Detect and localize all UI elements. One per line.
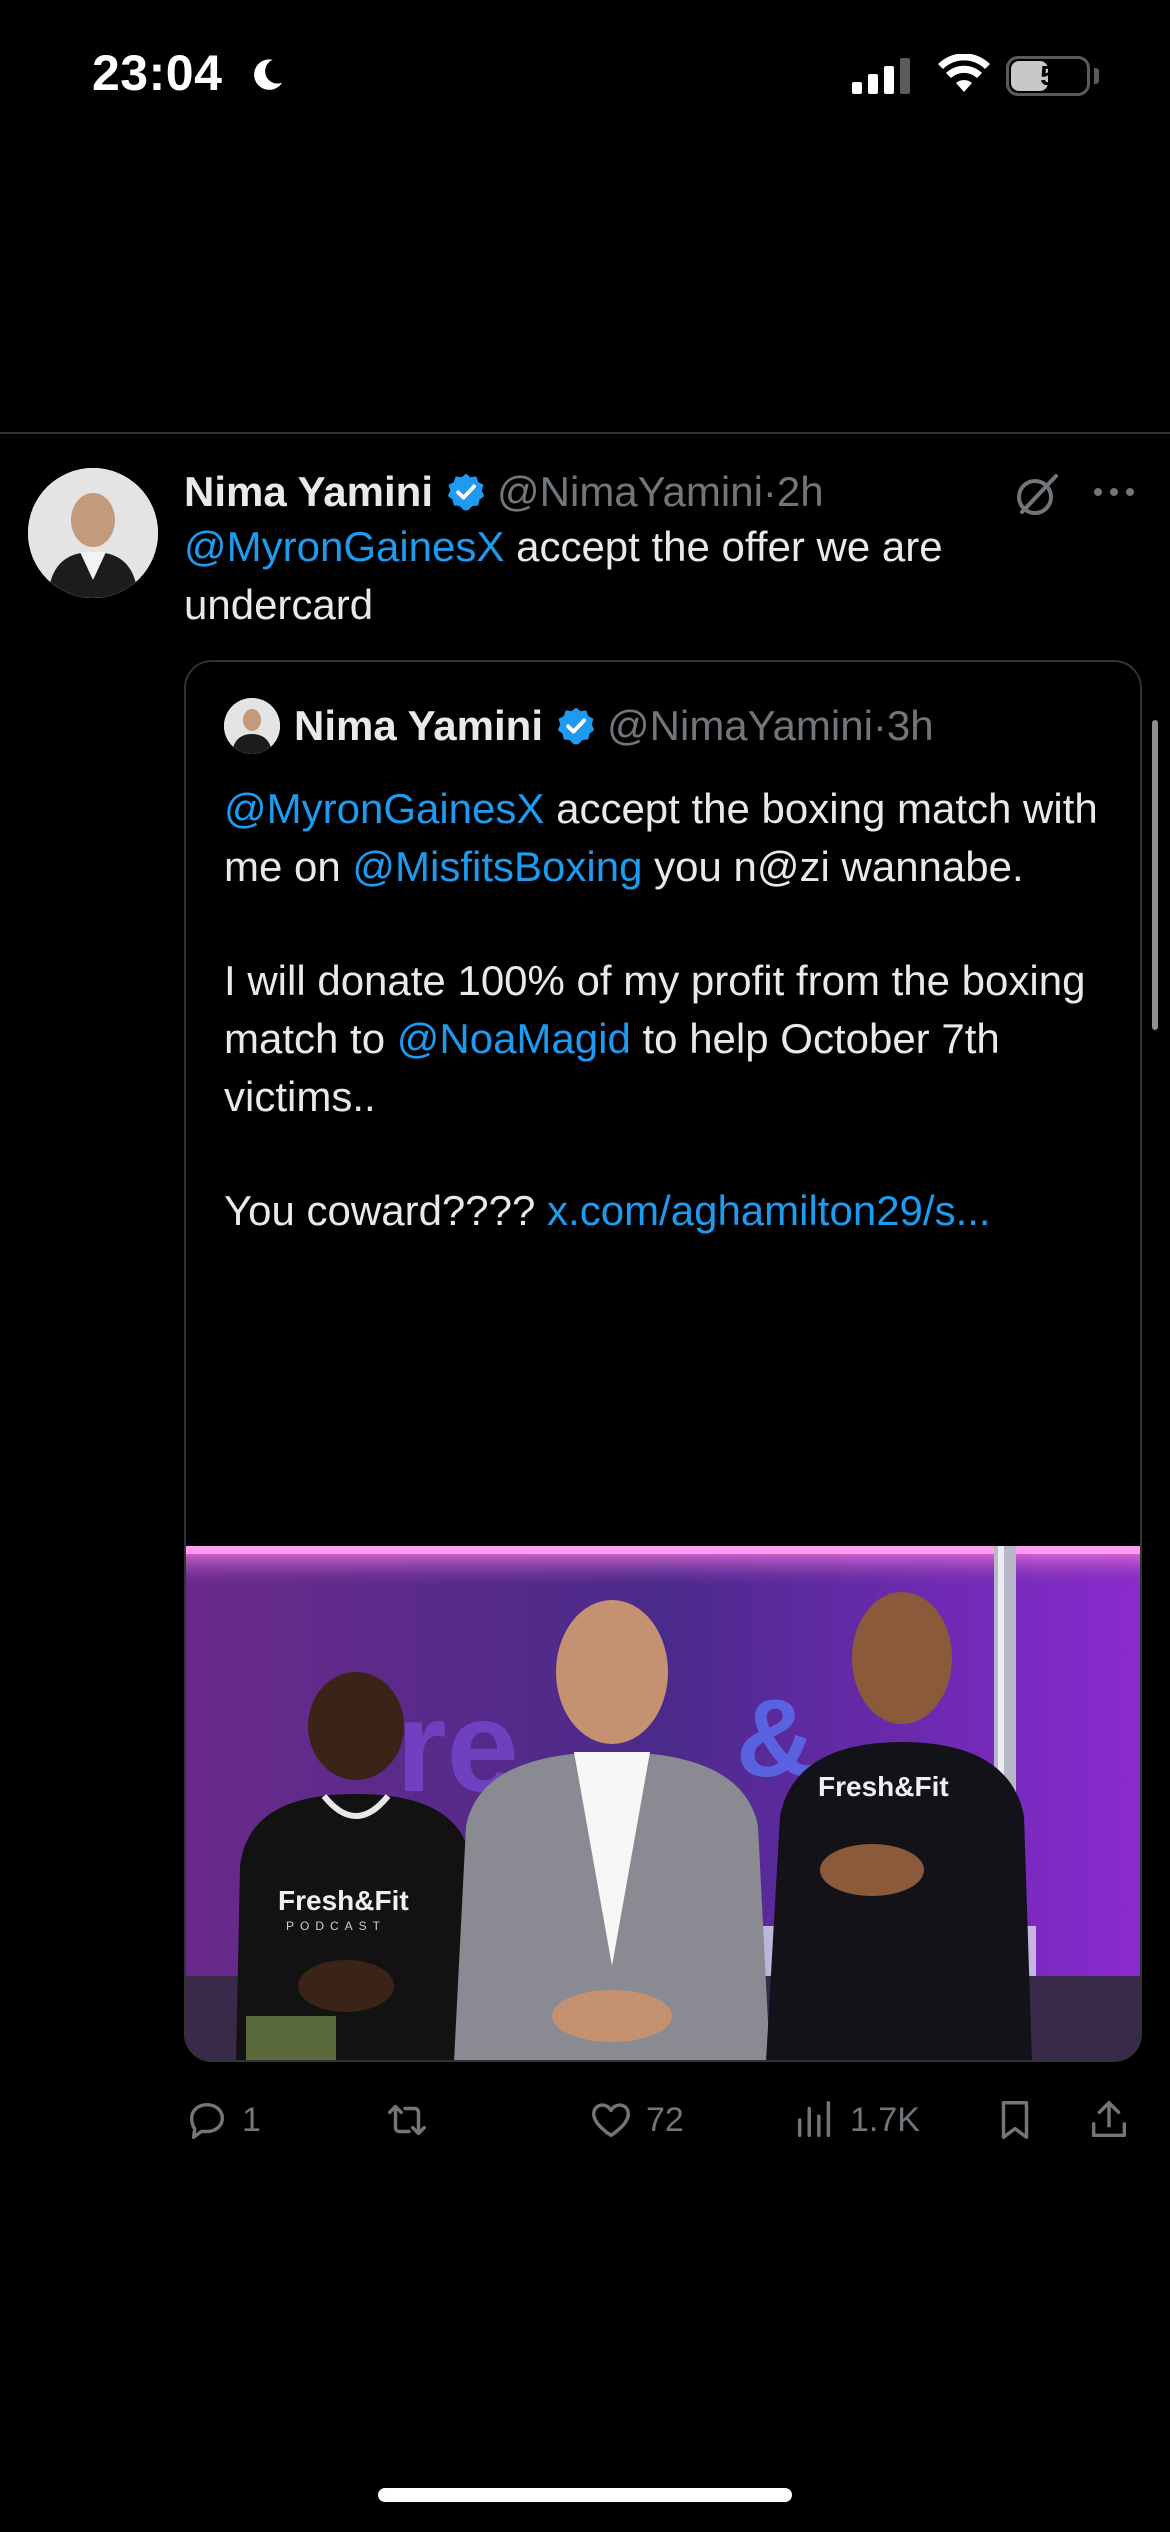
quoted-avatar-image [224, 698, 280, 754]
quoted-timestamp: 3h [886, 702, 934, 749]
scrollbar[interactable] [1152, 720, 1158, 1030]
avatar-image [28, 468, 158, 598]
like-count: 72 [646, 2100, 684, 2139]
quoted-author-handle: @NimaYamini [607, 702, 873, 749]
timestamp[interactable]: 2h [777, 468, 824, 516]
home-indicator[interactable] [378, 2488, 792, 2502]
battery-level: 5 [1040, 60, 1056, 91]
reply-count: 1 [242, 2100, 261, 2139]
mention-link[interactable]: @NoaMagid [397, 1015, 631, 1062]
bookmark-button[interactable] [992, 2090, 1038, 2150]
wifi-icon [938, 54, 990, 92]
repost-button[interactable] [384, 2090, 442, 2150]
mention-link[interactable]: @MyronGainesX [184, 523, 504, 570]
quoted-paragraph-1: @MyronGainesX accept the boxing match wi… [224, 780, 1114, 896]
reply-button[interactable]: 1 [184, 2090, 261, 2150]
mention-link[interactable]: @MisfitsBoxing [352, 843, 642, 890]
external-link[interactable]: x.com/aghamilton29/s... [547, 1187, 991, 1234]
tweet-action-bar: 1 72 1.7K [184, 2090, 1144, 2150]
like-button[interactable]: 72 [588, 2090, 684, 2150]
avatar[interactable] [28, 468, 158, 598]
divider [0, 432, 1170, 434]
separator-dot: · [762, 468, 777, 515]
moon-icon [254, 59, 283, 90]
quoted-paragraph-3: You coward???? x.com/aghamilton29/s... [224, 1182, 1114, 1240]
bookmark-icon [1001, 2101, 1029, 2139]
photo-text-sub: PODCAST [286, 1919, 386, 1933]
mention-link[interactable]: @MyronGainesX [224, 785, 544, 832]
quoted-paragraph-2: I will donate 100% of my profit from the… [224, 952, 1114, 1126]
status-bar: 23:04 5 [0, 0, 1170, 150]
cellular-signal-icon [852, 58, 910, 94]
repost-icon [388, 2104, 426, 2136]
battery-icon: 5 [1006, 56, 1090, 96]
verified-badge-icon [447, 473, 485, 511]
author-name[interactable]: Nima Yamini [184, 468, 433, 516]
quoted-author-name: Nima Yamini [294, 702, 544, 749]
battery-nub [1094, 68, 1099, 84]
view-count: 1.7K [850, 2100, 920, 2139]
grok-icon[interactable] [1014, 472, 1060, 518]
views-chart-icon [797, 2101, 831, 2138]
quoted-tweet-header: Nima Yamini @NimaYamini · 3h [224, 698, 934, 754]
photo-text-left: Fresh&Fit [278, 1885, 409, 1916]
verified-badge-icon [557, 707, 595, 745]
photo-text-right: Fresh&Fit [818, 1771, 949, 1802]
tweet-text: @MyronGainesX accept the offer we are un… [184, 518, 1084, 634]
views-button[interactable]: 1.7K [792, 2090, 920, 2150]
share-icon [1091, 2101, 1127, 2138]
more-options-icon[interactable] [1090, 480, 1138, 504]
reply-icon [189, 2102, 225, 2139]
quoted-tweet-text: @MyronGainesX accept the boxing match wi… [224, 780, 1114, 1240]
quoted-tweet[interactable]: Nima Yamini @NimaYamini · 3h @MyronGaine… [184, 660, 1142, 2062]
quoted-text-segment: You coward???? [224, 1187, 548, 1234]
share-button[interactable] [1086, 2090, 1132, 2150]
heart-icon [592, 2103, 630, 2138]
status-time: 23:04 [92, 45, 223, 101]
separator-dot: · [872, 702, 887, 749]
author-handle[interactable]: @NimaYamini [497, 468, 763, 516]
quoted-text-segment: you n@zi wannabe. [642, 843, 1024, 890]
quoted-avatar [224, 698, 280, 754]
tweet-header: Nima Yamini @NimaYamini · 2h [184, 462, 824, 522]
quoted-tweet-photo[interactable]: re & Fresh&Fit PODCAST Fresh&Fit [186, 1546, 1140, 2062]
